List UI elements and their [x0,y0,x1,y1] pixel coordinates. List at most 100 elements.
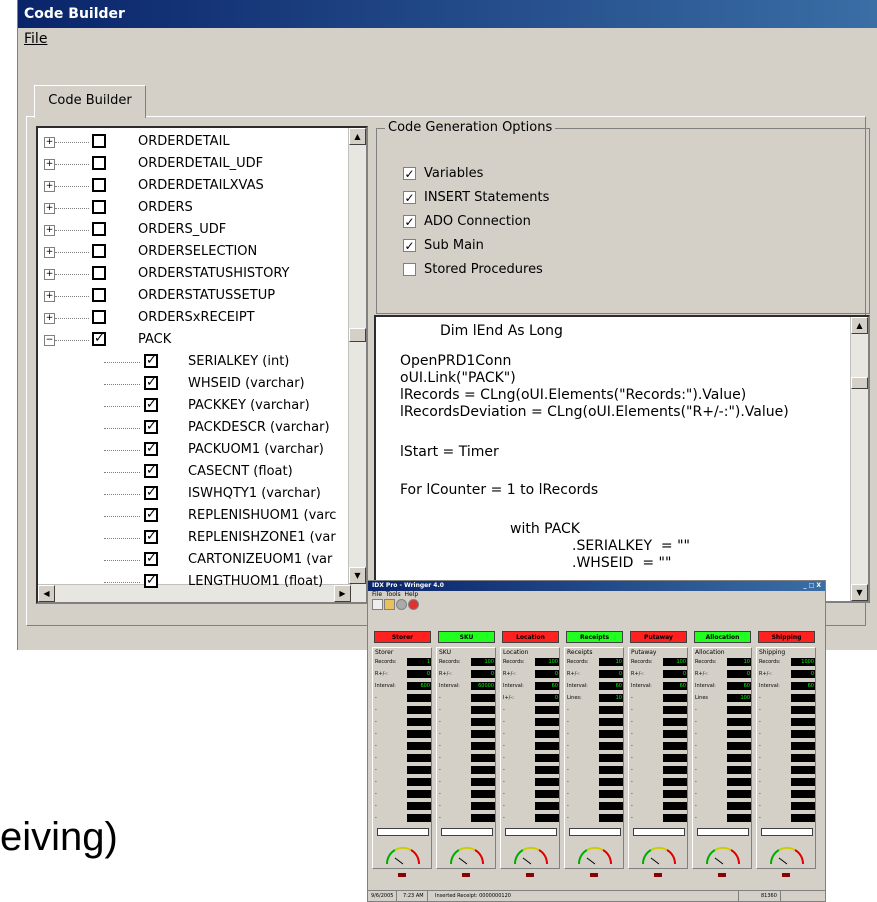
tree-checkbox[interactable]: ✓ [144,420,158,434]
module-button-storer[interactable]: Storer [374,631,431,643]
scroll-up-icon[interactable]: ▲ [851,317,868,334]
tree-node-column[interactable]: ✓ WHSEID (varchar) [38,373,348,395]
tree-node-table[interactable]: + ORDERSTATUSSETUP [38,285,348,307]
option-insert-statements[interactable]: ✓ INSERT Statements [403,187,549,209]
module-button-putaway[interactable]: Putaway [630,631,687,643]
field-value[interactable]: 0 [535,694,559,702]
table-tree[interactable]: ▲ ▼ ◀ ▶ + ORDERDETAIL + ORDERDETAIL_UDF + ORD… [36,126,368,604]
option-checkbox[interactable]: ✓ [403,239,416,252]
tree-checkbox[interactable]: ✓ [144,574,158,588]
tree-node-column[interactable]: ✓ PACKKEY (varchar) [38,395,348,417]
tree-checkbox[interactable]: ✓ [144,508,158,522]
tree-node-table[interactable]: + ORDERS_UDF [38,219,348,241]
code-vertical-scrollbar[interactable]: ▲ ▼ [850,317,868,601]
scroll-thumb[interactable] [349,328,366,342]
field-value[interactable]: 100 [663,658,687,666]
field-value[interactable]: 1 [407,658,431,666]
tree-node-table[interactable]: + ORDERS [38,197,348,219]
field-value[interactable]: 60 [599,682,623,690]
option-checkbox[interactable]: ✓ [403,191,416,204]
tree-checkbox[interactable] [92,178,106,192]
open-icon[interactable] [384,599,395,610]
stop-icon[interactable] [396,599,407,610]
field-value[interactable]: 10 [599,694,623,702]
tree-node-column[interactable]: ✓ REPLENISHUOM1 (varc [38,505,348,527]
tree-node-column[interactable]: ✓ CARTONIZEUOM1 (var [38,549,348,571]
field-value[interactable]: 60 [663,682,687,690]
tree-node-column[interactable]: ✓ SERIALKEY (int) [38,351,348,373]
tree-checkbox[interactable]: ✓ [92,332,106,346]
menu-help[interactable]: Help [404,591,418,598]
expand-icon[interactable]: + [44,291,55,302]
scroll-down-icon[interactable]: ▼ [851,584,868,601]
expand-icon[interactable]: + [44,225,55,236]
field-value[interactable]: 0 [599,670,623,678]
field-value[interactable]: 0 [727,670,751,678]
tree-node-table[interactable]: + ORDERDETAIL_UDF [38,153,348,175]
tree-node-column[interactable]: ✓ ISWHQTY1 (varchar) [38,483,348,505]
tree-node-table[interactable]: − ✓ PACK [38,329,348,351]
menu-tools[interactable]: Tools [386,591,401,598]
field-value[interactable]: 10 [599,658,623,666]
field-value[interactable]: 10 [727,658,751,666]
code-preview[interactable]: ▲ ▼ Dim lEnd As Long OpenPRD1Conn oUI.Link… [374,315,870,603]
module-button-receipts[interactable]: Receipts [566,631,623,643]
expand-icon[interactable]: + [44,159,55,170]
option-stored-procedures[interactable]: Stored Procedures [403,259,543,281]
tree-node-column[interactable]: ✓ REPLENISHZONE1 (var [38,527,348,549]
window-controls[interactable]: _ □ X [804,581,821,591]
tree-checkbox[interactable]: ✓ [144,376,158,390]
expand-icon[interactable]: + [44,269,55,280]
field-value[interactable]: 0 [791,670,815,678]
tree-node-column[interactable]: ✓ PACKUOM1 (varchar) [38,439,348,461]
tree-checkbox[interactable]: ✓ [144,442,158,456]
tree-checkbox[interactable] [92,156,106,170]
option-variables[interactable]: ✓ Variables [403,163,483,185]
option-ado-connection[interactable]: ✓ ADO Connection [403,211,531,233]
tree-checkbox[interactable] [92,222,106,236]
field-value[interactable]: 0 [535,670,559,678]
tree-checkbox[interactable]: ✓ [144,486,158,500]
tree-checkbox[interactable] [92,310,106,324]
field-value[interactable]: 0 [471,670,495,678]
field-value[interactable]: 60000 [471,682,495,690]
tab-code-builder[interactable]: Code Builder [34,85,146,118]
option-sub-main[interactable]: ✓ Sub Main [403,235,484,257]
expand-icon[interactable]: + [44,313,55,324]
module-button-allocation[interactable]: Allocation [694,631,751,643]
tree-node-table[interactable]: + ORDERDETAIL [38,131,348,153]
expand-icon[interactable]: + [44,181,55,192]
field-value[interactable]: 60 [535,682,559,690]
menu-file[interactable]: File [24,31,47,47]
new-icon[interactable] [372,599,383,610]
field-value[interactable]: 60 [727,682,751,690]
expand-icon[interactable]: + [44,247,55,258]
tree-checkbox[interactable]: ✓ [144,398,158,412]
module-button-location[interactable]: Location [502,631,559,643]
tree-node-table[interactable]: + ORDERSELECTION [38,241,348,263]
tree-checkbox[interactable]: ✓ [144,552,158,566]
tree-node-column[interactable]: ✓ LENGTHUOM1 (float) [38,571,348,593]
scroll-thumb[interactable] [851,377,868,389]
tree-node-column[interactable]: ✓ CASECNT (float) [38,461,348,483]
tree-checkbox[interactable] [92,244,106,258]
tree-checkbox[interactable]: ✓ [144,530,158,544]
tree-checkbox[interactable] [92,200,106,214]
scroll-up-icon[interactable]: ▲ [349,128,366,145]
field-value[interactable]: 600 [407,682,431,690]
field-value[interactable]: 100 [535,658,559,666]
tree-node-table[interactable]: + ORDERSTATUSHISTORY [38,263,348,285]
scroll-down-icon[interactable]: ▼ [349,567,366,584]
expand-icon[interactable]: + [44,203,55,214]
module-button-shipping[interactable]: Shipping [758,631,815,643]
expand-icon[interactable]: + [44,137,55,148]
tree-checkbox[interactable] [92,134,106,148]
field-value[interactable]: 100 [471,658,495,666]
option-checkbox[interactable] [403,263,416,276]
module-button-sku[interactable]: SKU [438,631,495,643]
tree-checkbox[interactable]: ✓ [144,464,158,478]
tree-checkbox[interactable] [92,266,106,280]
field-value[interactable]: 0 [663,670,687,678]
tree-checkbox[interactable] [92,288,106,302]
close-icon[interactable] [408,599,419,610]
